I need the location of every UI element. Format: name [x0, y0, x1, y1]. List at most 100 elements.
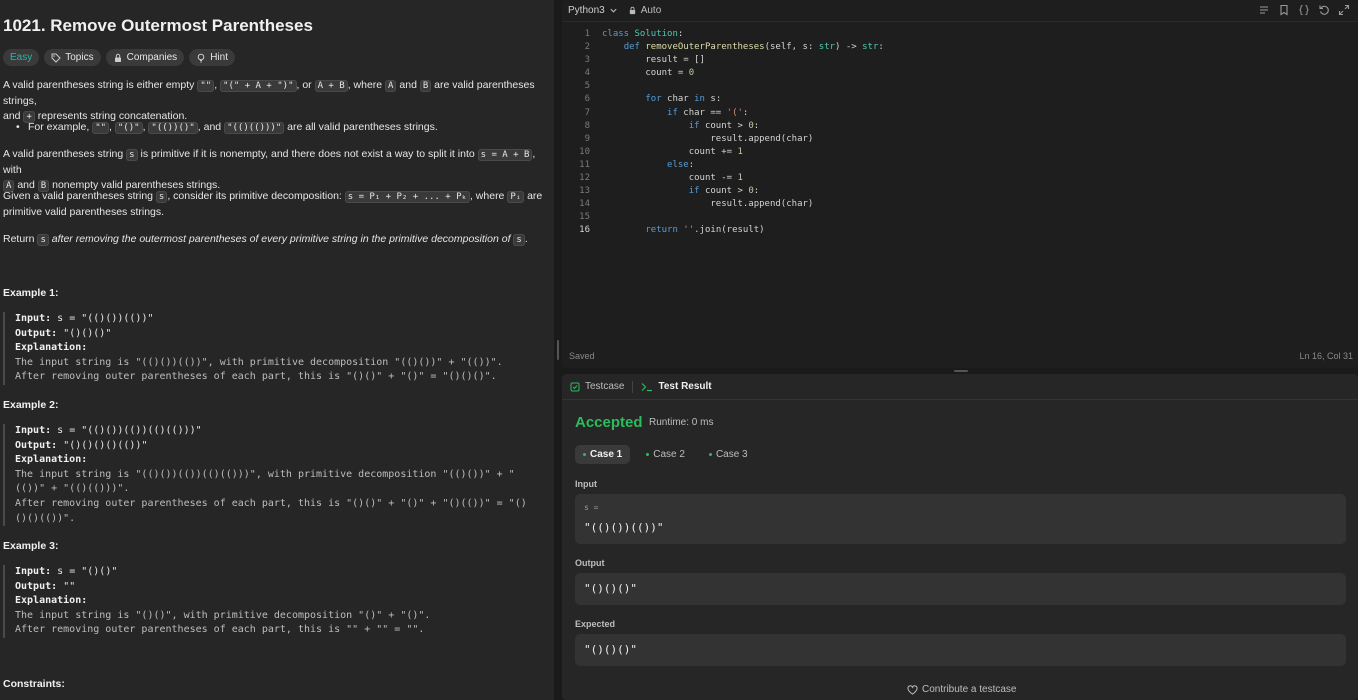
case-label: Case 3: [715, 449, 748, 460]
case-label: Case 2: [653, 449, 685, 460]
code-line: 16 return ''.join(result): [562, 224, 1358, 237]
inline-code: A: [385, 80, 397, 92]
tab-case-2[interactable]: Case 2: [638, 445, 693, 464]
line-number: 11: [579, 159, 590, 170]
line-number: 16: [579, 225, 590, 236]
line-number: 5: [584, 81, 590, 92]
resize-grip: [954, 370, 968, 372]
save-status: Saved: [569, 351, 595, 361]
example-2-heading: Example 2:: [3, 399, 59, 411]
text: are all valid parentheses strings.: [284, 121, 438, 133]
output-box: "()()()": [575, 573, 1346, 605]
topics-chip[interactable]: Topics: [44, 49, 101, 66]
hint-label: Hint: [210, 52, 228, 63]
case-label: Case 1: [590, 449, 623, 460]
text: ,: [109, 121, 115, 133]
decomposition-paragraph: Given a valid parentheses string s, cons…: [3, 189, 548, 220]
inline-code: B: [419, 80, 432, 92]
text: , where: [347, 79, 386, 91]
problem-tags: Easy Topics Companies Hint: [3, 49, 235, 66]
expected-box: "()()()": [575, 634, 1346, 666]
case-tabs: Case 1 Case 2 Case 3: [575, 445, 756, 464]
input-variable: s =: [584, 503, 599, 512]
example-3-heading: Example 3:: [3, 540, 59, 552]
tab-testcase[interactable]: Testcase: [570, 381, 624, 392]
mode-label: Auto: [640, 5, 662, 16]
code-area[interactable]: 1 class Solution: 2 def removeOuterParent…: [562, 28, 1358, 238]
text: A valid parentheses string: [3, 148, 127, 160]
language-selector[interactable]: Python3: [568, 5, 618, 16]
inline-code: s: [126, 149, 138, 161]
input-value: s = "(()())(())(()(()))": [57, 425, 202, 436]
text: Given a valid parentheses string: [3, 190, 156, 202]
line-number: 10: [579, 146, 590, 157]
code-line: 2 def removeOuterParentheses(self, s: st…: [562, 41, 1358, 54]
companies-chip[interactable]: Companies: [105, 49, 185, 66]
tab-separator: [632, 380, 634, 393]
contribute-testcase-link[interactable]: Contribute a testcase: [907, 684, 1017, 695]
text: after removing the outermost parentheses…: [48, 233, 514, 245]
line-number: 4: [584, 68, 590, 79]
explanation-line: The input string is "(()())(())", with p…: [15, 356, 503, 368]
expand-icon[interactable]: [1338, 4, 1350, 16]
tab-case-3[interactable]: Case 3: [701, 445, 756, 464]
constraints-heading: Constraints:: [3, 678, 65, 690]
editor-toolbar: Python3 Auto: [562, 0, 1358, 22]
problem-title: 1021. Remove Outermost Parentheses: [3, 16, 313, 35]
input-label: Input:: [15, 566, 52, 577]
text: .: [524, 233, 528, 245]
text: and: [396, 79, 420, 91]
lightbulb-icon: [197, 53, 205, 62]
input-box: s = "(()())(())": [575, 494, 1346, 544]
inline-code: s: [37, 234, 49, 246]
pass-dot-icon: [708, 453, 712, 456]
explanation-line: The input string is "()()", with primiti…: [15, 609, 431, 621]
tag-icon: [51, 53, 61, 63]
bookmark-icon[interactable]: [1278, 4, 1290, 16]
reset-icon[interactable]: [1318, 4, 1330, 16]
line-number: 13: [579, 186, 590, 197]
vertical-resize-handle[interactable]: [554, 0, 562, 700]
difficulty-badge[interactable]: Easy: [3, 49, 40, 66]
tab-case-1[interactable]: Case 1: [575, 445, 631, 464]
code-line: 11 else:: [562, 159, 1358, 172]
inline-code: s = A + B: [477, 149, 533, 161]
notes-icon[interactable]: [1258, 4, 1270, 16]
output-label: Output: [575, 558, 605, 568]
code-line: 12 count -= 1: [562, 172, 1358, 185]
text: , consider its primitive decomposition:: [167, 190, 345, 202]
inline-code: s: [513, 234, 525, 246]
inline-code: s: [155, 191, 168, 203]
code-line: 3 result = []: [562, 54, 1358, 67]
example-1-block: Input: s = "(()())(())" Output: "()()()"…: [3, 312, 548, 385]
text: primitive valid parentheses strings.: [3, 206, 165, 218]
line-number: 7: [584, 107, 590, 118]
expected-value: "()()()": [584, 643, 637, 656]
editor-actions: [1258, 4, 1350, 16]
code-line: 9 result.append(char): [562, 133, 1358, 146]
tab-testcase-label: Testcase: [585, 381, 625, 392]
autocomplete-toggle[interactable]: Auto: [628, 5, 662, 16]
heart-icon: [907, 684, 918, 695]
format-braces-icon[interactable]: [1298, 4, 1310, 16]
topics-label: Topics: [65, 52, 94, 63]
example-1-heading: Example 1:: [3, 287, 59, 299]
input-value: s = "(()())(())": [57, 313, 154, 324]
runtime-text: Runtime: 0 ms: [649, 417, 714, 428]
explanation-label: Explanation:: [15, 342, 88, 354]
checkbox-icon: [570, 382, 580, 391]
problem-description-pane: 1021. Remove Outermost Parentheses Easy …: [0, 0, 554, 700]
input-label: Input:: [15, 313, 52, 324]
line-number: 15: [579, 212, 590, 223]
line-number: 12: [579, 173, 590, 184]
tab-test-result[interactable]: Test Result: [641, 381, 712, 392]
explanation-line: ()()(())".: [15, 512, 76, 524]
hint-chip[interactable]: Hint: [189, 49, 235, 66]
input-value: "(()())(())": [584, 521, 664, 534]
pass-dot-icon: [646, 453, 650, 456]
input-label: Input: [575, 479, 597, 489]
output-label: Output:: [15, 580, 58, 592]
inline-code: "(())()": [148, 122, 198, 134]
text: are: [524, 190, 543, 202]
companies-label: Companies: [126, 52, 178, 63]
